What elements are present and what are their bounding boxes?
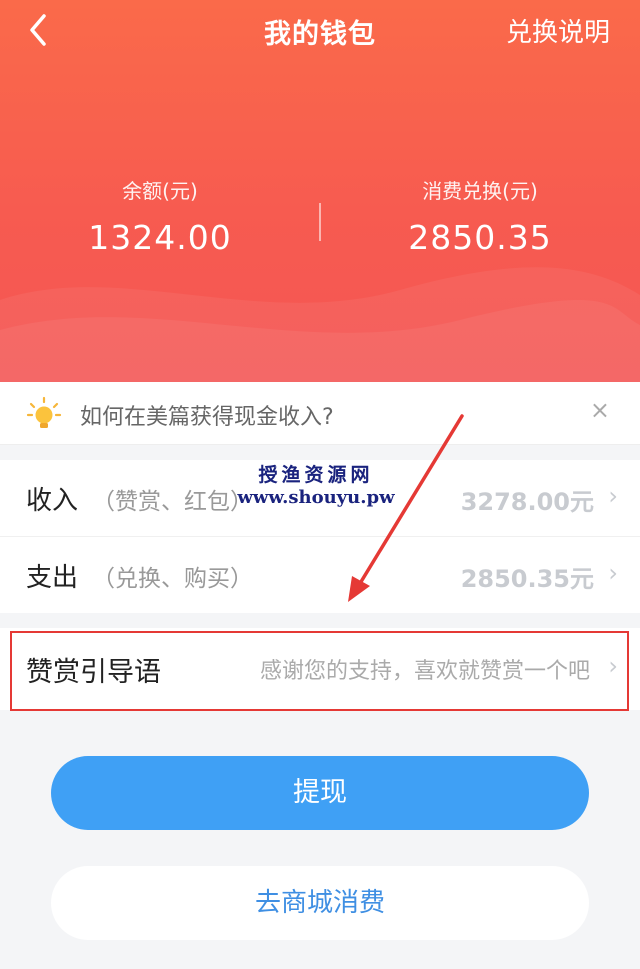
- income-label: 收入: [26, 486, 79, 516]
- redeem-stat: 消费兑换(元) 2850.35: [320, 175, 640, 257]
- balance-label: 余额(元): [122, 179, 198, 203]
- chevron-right-icon: ›: [608, 559, 618, 587]
- expense-sub: （兑换、购买）: [92, 566, 254, 592]
- wallet-header: 我的钱包 兑换说明 余额(元) 1324.00 消费兑换(元) 2850.35: [0, 0, 640, 382]
- wave-decoration: [0, 267, 640, 382]
- expense-amount: 2850.35元: [460, 565, 594, 593]
- balance-stat: 余额(元) 1324.00: [0, 175, 320, 257]
- reward-guide-label: 赞赏引导语: [26, 657, 161, 688]
- expense-label: 支出: [26, 563, 79, 593]
- balance-value: 1324.00: [88, 218, 232, 257]
- tip-text[interactable]: 如何在美篇获得现金收入?: [80, 399, 334, 431]
- chevron-right-icon: ›: [608, 652, 618, 680]
- income-amount: 3278.00元: [460, 488, 594, 516]
- tip-bar: 如何在美篇获得现金收入? ×: [0, 382, 640, 445]
- reward-guide-hint: 感谢您的支持，喜欢就赞赏一个吧: [259, 659, 590, 684]
- chevron-right-icon: ›: [608, 482, 618, 510]
- annotation-arrow: [348, 414, 464, 602]
- mall-button[interactable]: 去商城消费: [51, 866, 589, 940]
- income-label-wrap: 收入 （赞赏、红包）: [26, 480, 253, 517]
- close-icon[interactable]: ×: [590, 396, 610, 424]
- exchange-info-link[interactable]: 兑换说明: [506, 12, 610, 49]
- redeem-label: 消费兑换(元): [422, 179, 538, 203]
- expense-label-wrap: 支出 （兑换、购买）: [26, 557, 253, 594]
- expense-row[interactable]: 支出 （兑换、购买） 2850.35元 ›: [0, 536, 640, 613]
- withdraw-button[interactable]: 提现: [51, 756, 589, 830]
- reward-guide-row[interactable]: 赞赏引导语 感谢您的支持，喜欢就赞赏一个吧 ›: [0, 628, 640, 710]
- lightbulb-icon: [26, 396, 62, 428]
- redeem-value: 2850.35: [408, 218, 552, 257]
- income-sub: （赞赏、红包）: [92, 489, 254, 515]
